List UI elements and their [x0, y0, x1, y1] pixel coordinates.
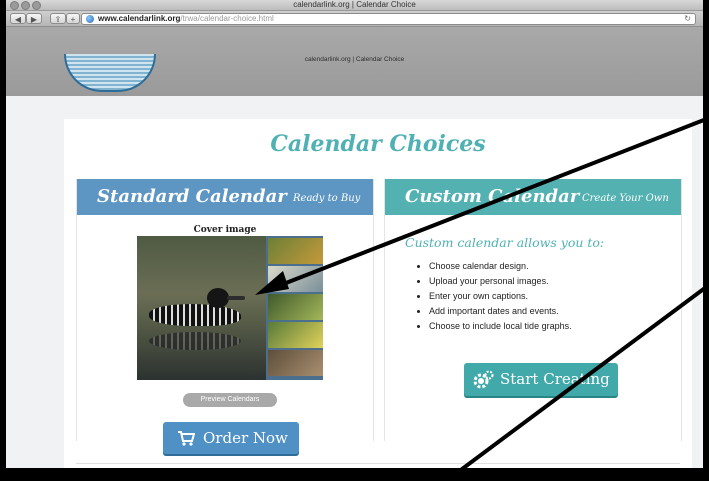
forward-button[interactable]: ▶ — [26, 13, 42, 24]
share-button[interactable]: ⇪ — [50, 13, 66, 24]
title-bar: calendarlink.org | Calendar Choice — [6, 0, 703, 11]
loon-beak — [227, 296, 245, 300]
standard-calendar-title: Standard Calendar — [97, 186, 287, 207]
url-host: www.calendarlink.org — [98, 14, 181, 23]
url-text: www.calendarlink.org/trwa/calendar-choic… — [98, 14, 274, 24]
url-path: /trwa/calendar-choice.html — [180, 14, 274, 23]
gear-icon — [473, 370, 494, 389]
divider — [76, 463, 680, 464]
start-creating-button[interactable]: Start Creating — [464, 363, 618, 396]
browser-window: calendarlink.org | Calendar Choice ◀ ▶ ⇪… — [6, 0, 703, 468]
cart-icon — [178, 431, 195, 446]
order-now-label: Order Now — [203, 429, 288, 447]
loon-head — [207, 288, 229, 308]
thumbnail-image — [268, 266, 323, 292]
address-bar[interactable]: www.calendarlink.org/trwa/calendar-choic… — [81, 13, 696, 25]
browser-toolbar: ◀ ▶ ⇪ + www.calendarlink.org/trwa/calend… — [6, 11, 703, 27]
order-now-button[interactable]: Order Now — [163, 422, 299, 454]
list-item: Add important dates and events. — [429, 304, 572, 319]
thumbnail-image — [268, 322, 323, 348]
custom-calendar-panel: Custom Calendar Create Your Own Custom c… — [384, 179, 682, 441]
custom-feature-list: Choose calendar design. Upload your pers… — [407, 259, 572, 334]
thumbnail-image — [268, 350, 323, 376]
add-bookmark-button[interactable]: + — [66, 13, 80, 24]
back-button[interactable]: ◀ — [10, 13, 26, 24]
calendar-choice-card: Calendar Choices Standard Calendar Ready… — [64, 119, 692, 468]
globe-icon — [86, 15, 94, 23]
forward-icon: ▶ — [30, 15, 38, 24]
list-item: Enter your own captions. — [429, 289, 572, 304]
custom-calendar-header: Custom Calendar Create Your Own — [385, 179, 681, 215]
list-item: Choose calendar design. — [429, 259, 572, 274]
custom-calendar-tagline: Custom calendar allows you to: — [405, 235, 605, 250]
window-title: calendarlink.org | Calendar Choice — [293, 0, 416, 9]
share-icon: ⇪ — [54, 15, 62, 24]
reload-icon[interactable]: ↻ — [684, 14, 691, 24]
standard-calendar-subtitle: Ready to Buy — [293, 193, 361, 204]
back-icon: ◀ — [14, 15, 22, 24]
cover-image[interactable] — [137, 236, 323, 380]
start-creating-label: Start Creating — [500, 370, 610, 388]
cover-image-label: Cover image — [193, 225, 257, 235]
loon-reflection — [149, 332, 241, 350]
loon-body — [149, 304, 241, 326]
thumbnail-image — [268, 238, 323, 264]
list-item: Upload your personal images. — [429, 274, 572, 289]
list-item: Choose to include local tide graphs. — [429, 319, 572, 334]
loon-photo — [137, 236, 266, 380]
thumbnail-image — [268, 294, 323, 320]
page-heading: Calendar Choices — [270, 131, 486, 157]
custom-calendar-subtitle: Create Your Own — [582, 193, 669, 204]
standard-calendar-panel: Standard Calendar Ready to Buy Cover ima… — [76, 179, 374, 454]
custom-calendar-title: Custom Calendar — [405, 186, 580, 207]
preview-calendars-button[interactable]: Preview Calendars — [183, 393, 277, 407]
standard-calendar-header: Standard Calendar Ready to Buy — [77, 179, 373, 215]
add-icon: + — [70, 15, 76, 24]
